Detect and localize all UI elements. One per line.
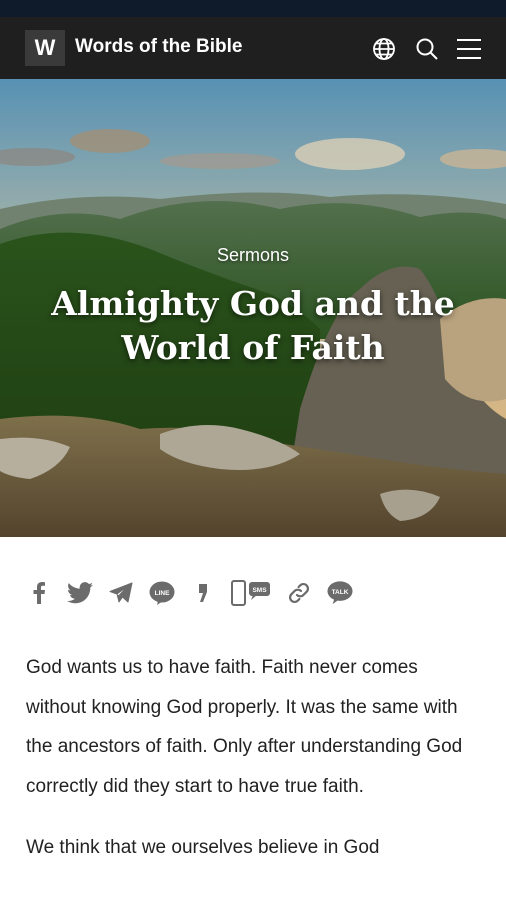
hero-banner: Sermons Almighty God and the World of Fa… (0, 79, 506, 537)
share-bar: LINE SMS TALK (26, 578, 368, 608)
site-title[interactable]: Words of the Bible (75, 36, 242, 58)
menu-icon[interactable] (456, 36, 482, 62)
kakaotalk-icon[interactable]: TALK (327, 580, 353, 606)
hero-category: Sermons (216, 245, 290, 265)
globe-icon[interactable] (371, 36, 397, 62)
link-icon[interactable] (286, 580, 312, 606)
article-paragraph: God wants us to have faith. Faith never … (26, 657, 463, 797)
search-icon[interactable] (414, 36, 440, 62)
site-logo[interactable]: W (25, 30, 65, 66)
sms-icon[interactable]: SMS (231, 580, 271, 606)
article-paragraph: We think that we ourselves believe in Go… (26, 837, 380, 858)
line-icon[interactable]: LINE (149, 580, 175, 606)
app-header: W Words of the Bible (0, 17, 506, 79)
svg-text:SMS: SMS (252, 587, 267, 594)
status-bar (0, 0, 506, 17)
facebook-icon[interactable] (26, 580, 52, 606)
hero-title: Almighty God and the World of Faith (51, 284, 455, 367)
telegram-icon[interactable] (108, 580, 134, 606)
twitter-icon[interactable] (67, 580, 93, 606)
svg-text:LINE: LINE (155, 590, 170, 597)
article-body: God wants us to have faith. Faith never … (26, 648, 482, 890)
kakaostory-icon[interactable] (190, 580, 216, 606)
svg-text:TALK: TALK (332, 589, 349, 596)
